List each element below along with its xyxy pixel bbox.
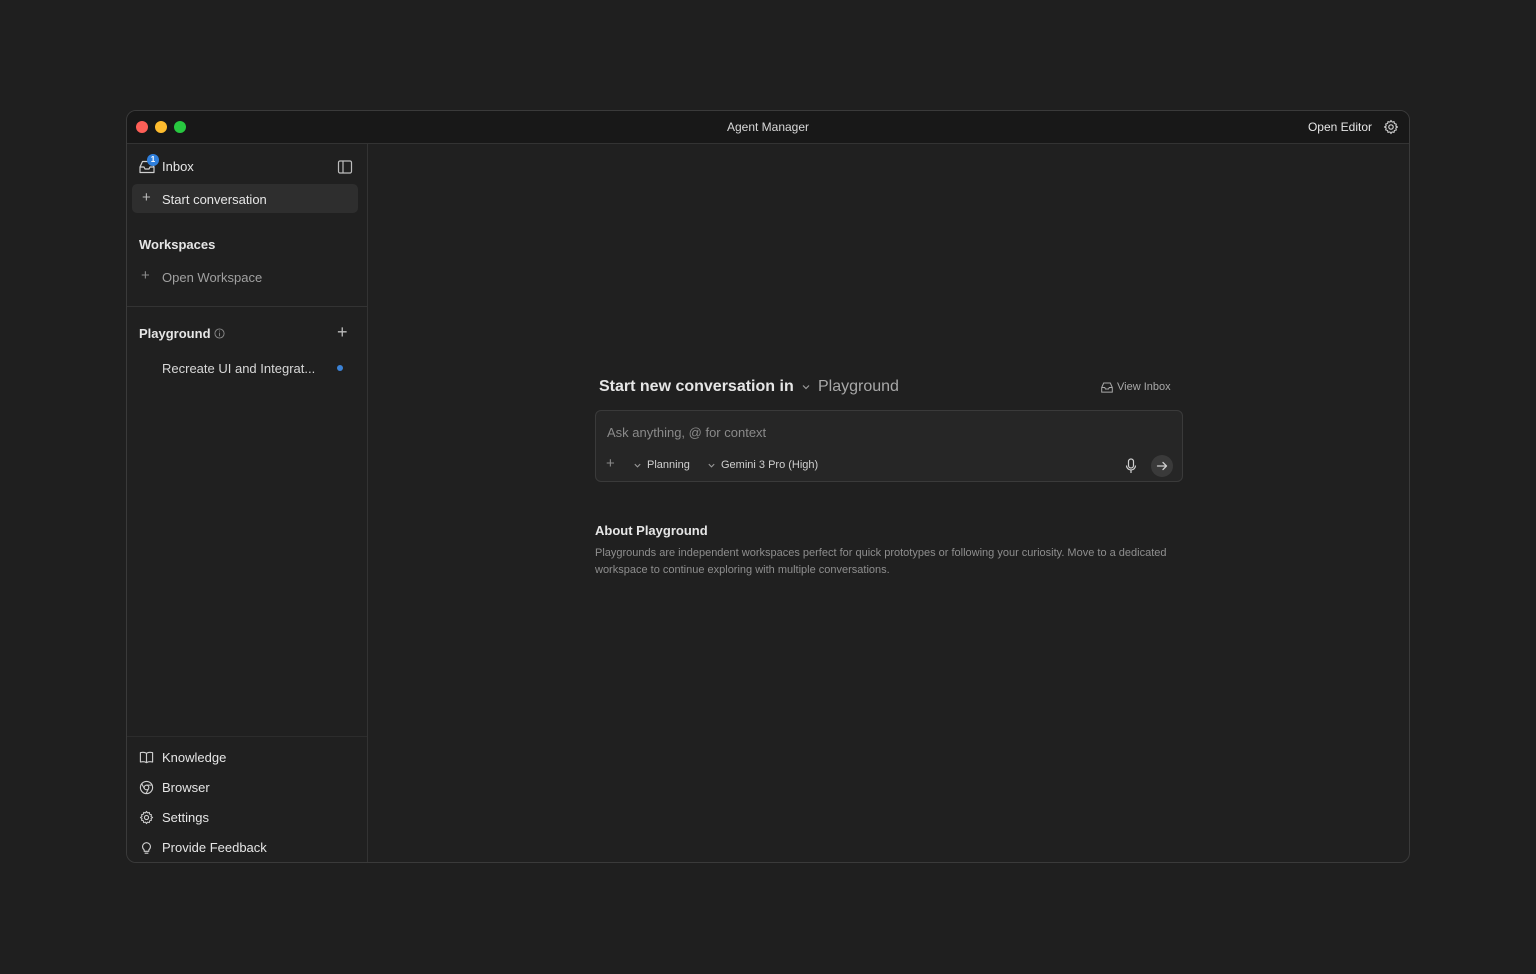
- new-conversation-header: Start new conversation in Playground Vie…: [599, 378, 1177, 400]
- provide-feedback-label: Provide Feedback: [162, 840, 267, 855]
- settings-label: Settings: [162, 810, 209, 825]
- start-conversation-label: Start conversation: [162, 192, 267, 207]
- sidebar-item-settings[interactable]: Settings: [139, 809, 349, 827]
- view-inbox-label: View Inbox: [1117, 381, 1171, 393]
- chevron-down-icon: [802, 385, 810, 390]
- main-panel: Start new conversation in Playground Vie…: [368, 144, 1409, 862]
- start-conversation-button[interactable]: + Start conversation: [132, 184, 358, 213]
- prompt-composer: + Planning Gemini 3 Pro (High): [595, 410, 1183, 482]
- open-workspace-label: Open Workspace: [162, 270, 263, 285]
- open-workspace-button[interactable]: + Open Workspace: [139, 267, 339, 287]
- view-inbox-link[interactable]: View Inbox: [1101, 381, 1177, 395]
- playground-section-header: Playground +: [139, 323, 355, 344]
- microphone-icon[interactable]: [1124, 458, 1138, 474]
- sidebar-bottom-nav: Knowledge Browser Settings Provide Feedb…: [127, 736, 367, 855]
- prompt-input[interactable]: [607, 421, 1167, 443]
- arrow-right-icon: [1156, 461, 1168, 471]
- workspaces-heading: Workspaces: [139, 237, 216, 252]
- browser-label: Browser: [162, 780, 210, 795]
- sidebar-item-inbox[interactable]: 1 Inbox: [139, 154, 355, 176]
- plus-icon: +: [142, 189, 151, 206]
- chevron-down-icon: [634, 463, 641, 468]
- playground-heading: Playground: [139, 326, 211, 341]
- inbox-label: Inbox: [162, 159, 194, 174]
- conversation-title: Recreate UI and Integrat...: [162, 361, 316, 376]
- chrome-icon: [139, 780, 154, 795]
- composer-toolbar: + Planning Gemini 3 Pro (High): [606, 455, 1173, 477]
- sidebar-item-browser[interactable]: Browser: [139, 779, 349, 797]
- book-icon: [139, 751, 154, 764]
- unread-indicator: [337, 365, 343, 371]
- page-title: Start new conversation in: [599, 378, 794, 395]
- sidebar-item-provide-feedback[interactable]: Provide Feedback: [139, 839, 349, 857]
- knowledge-label: Knowledge: [162, 750, 227, 765]
- window-title: Agent Manager: [726, 120, 810, 134]
- mode-dropdown-value: Planning: [647, 459, 690, 471]
- sidebar-toggle-icon[interactable]: [337, 159, 353, 175]
- about-heading: About Playground: [595, 523, 708, 538]
- sidebar-divider: [127, 306, 367, 307]
- model-dropdown-value: Gemini 3 Pro (High): [721, 459, 819, 471]
- chevron-down-icon: [708, 463, 715, 468]
- lightbulb-icon: [142, 842, 151, 854]
- gear-icon: [139, 810, 154, 825]
- conversation-list-item[interactable]: Recreate UI and Integrat...: [162, 360, 352, 378]
- add-playground-button[interactable]: +: [337, 323, 348, 341]
- info-icon[interactable]: [214, 328, 225, 339]
- plus-icon: +: [141, 267, 150, 284]
- app-window: Agent Manager Open Editor 1 Inbox + Star…: [126, 110, 1410, 863]
- gear-icon[interactable]: [1383, 119, 1399, 135]
- inbox-count-badge: 1: [147, 154, 159, 166]
- inbox-icon: [1101, 382, 1113, 393]
- open-editor-button[interactable]: Open Editor: [1308, 120, 1372, 134]
- workspace-dropdown-value: Playground: [818, 378, 899, 395]
- sidebar-item-knowledge[interactable]: Knowledge: [139, 749, 349, 767]
- about-description: Playgrounds are independent workspaces p…: [595, 547, 1167, 576]
- sidebar: 1 Inbox + Start conversation Workspaces …: [127, 144, 368, 862]
- send-button[interactable]: [1151, 455, 1173, 477]
- title-bar: Agent Manager Open Editor: [127, 111, 1409, 144]
- add-context-button[interactable]: +: [606, 456, 615, 472]
